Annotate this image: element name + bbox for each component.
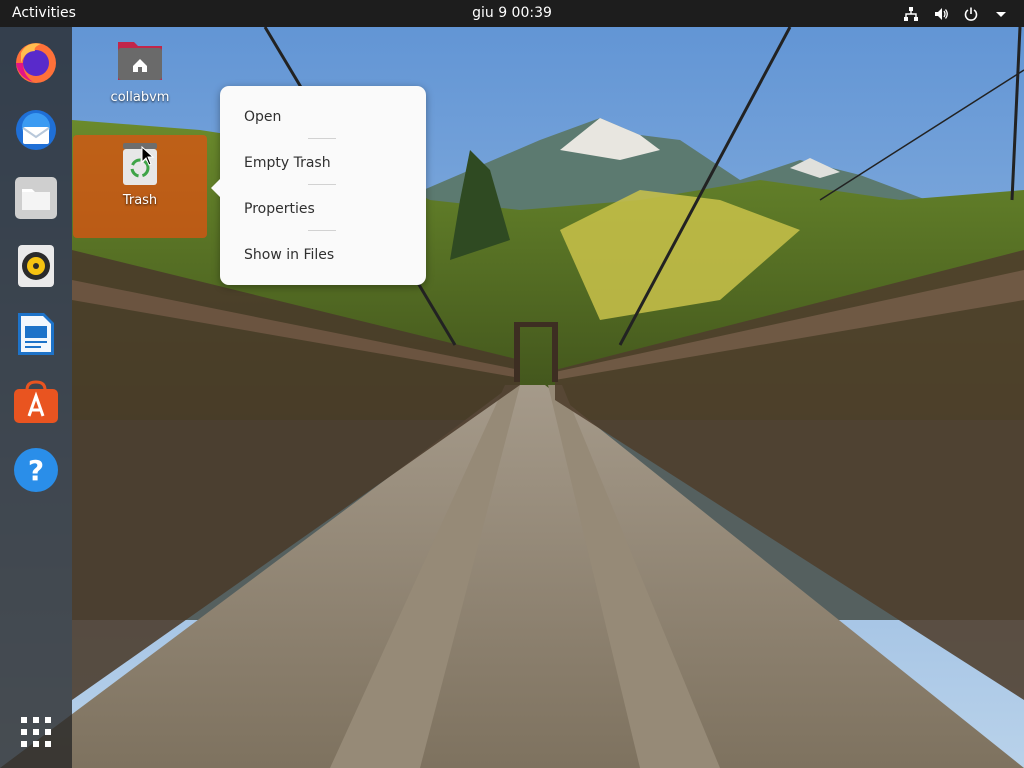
app-grid-icon <box>21 717 51 747</box>
network-icon <box>902 5 920 23</box>
menu-item-properties[interactable]: Properties <box>220 190 426 228</box>
dock-files[interactable] <box>10 172 62 224</box>
thunderbird-icon <box>16 110 56 150</box>
top-bar: Activities giu 9 00:39 <box>0 0 1024 27</box>
power-icon <box>962 5 980 23</box>
date-time-button[interactable]: giu 9 00:39 <box>472 5 552 21</box>
home-folder-icon <box>118 42 162 80</box>
desktop-icon-home[interactable]: collabvm <box>73 32 207 134</box>
svg-text:?: ? <box>28 454 44 487</box>
dock-help[interactable]: ? <box>10 444 62 496</box>
menu-separator <box>308 230 336 231</box>
dock-writer[interactable] <box>10 308 62 360</box>
trash-context-menu: Open Empty Trash Properties Show in File… <box>211 86 426 285</box>
trash-icon <box>123 143 157 185</box>
dock-rhythmbox[interactable] <box>10 240 62 292</box>
dock-thunderbird[interactable] <box>10 104 62 156</box>
dock-firefox[interactable] <box>10 36 62 88</box>
menu-separator <box>308 184 336 185</box>
desktop-icon-label: Trash <box>122 193 158 208</box>
menu-item-open[interactable]: Open <box>220 98 426 136</box>
files-icon <box>15 177 57 219</box>
rhythmbox-icon <box>18 245 54 287</box>
firefox-icon <box>16 43 56 83</box>
menu-caret-icon <box>992 5 1010 23</box>
dock: ? <box>0 27 72 768</box>
show-applications-button[interactable] <box>10 706 62 758</box>
writer-icon <box>18 313 54 355</box>
software-icon <box>14 380 58 423</box>
mouse-cursor-icon <box>141 146 155 166</box>
menu-item-empty-trash[interactable]: Empty Trash <box>220 144 426 182</box>
system-tray[interactable] <box>902 4 1010 23</box>
menu-item-show-in-files[interactable]: Show in Files <box>220 236 426 274</box>
dock-ubuntu-software[interactable] <box>10 376 62 428</box>
activities-button[interactable]: Activities <box>12 5 76 22</box>
volume-icon <box>932 5 950 23</box>
desktop-icon-trash[interactable]: Trash <box>73 135 207 238</box>
desktop-icon-label: collabvm <box>110 90 170 105</box>
clock-area: giu 9 00:39 <box>0 5 1024 22</box>
help-icon: ? <box>14 448 58 492</box>
menu-separator <box>308 138 336 139</box>
